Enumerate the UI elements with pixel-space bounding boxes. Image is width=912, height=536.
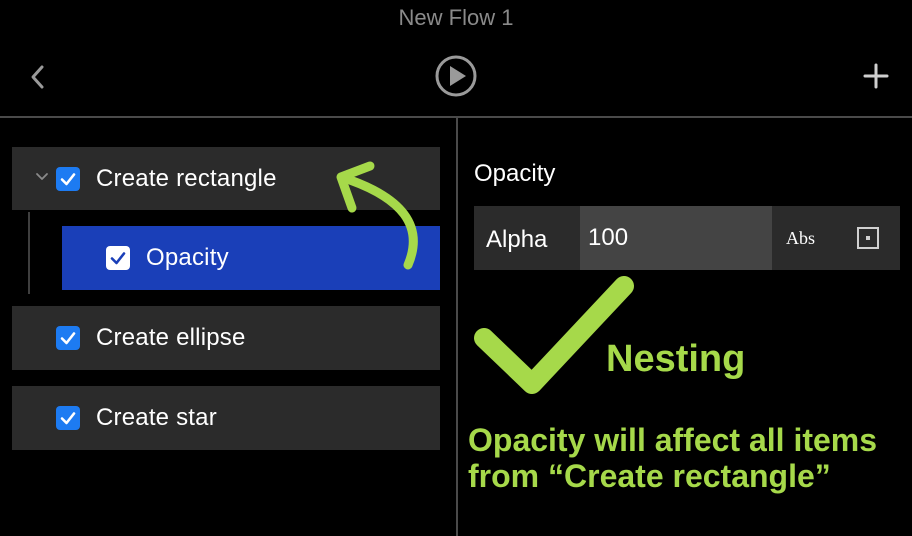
play-circle-icon xyxy=(435,55,477,97)
chevron-left-icon xyxy=(31,65,44,89)
action-row-create-star[interactable]: Create star xyxy=(12,386,440,450)
alpha-label: Alpha xyxy=(486,226,548,253)
checkmark-icon xyxy=(60,412,76,425)
checkmark-icon xyxy=(110,252,126,265)
action-label: Create ellipse xyxy=(96,324,246,351)
panel-divider xyxy=(456,118,458,536)
action-row-create-ellipse[interactable]: Create ellipse xyxy=(12,306,440,370)
action-checkbox[interactable] xyxy=(56,326,80,350)
annotation-line-2: from “Create rectangle” xyxy=(468,458,831,494)
action-checkbox[interactable] xyxy=(56,166,80,191)
action-row-opacity[interactable]: Opacity xyxy=(62,226,440,290)
inspector-section-title: Opacity xyxy=(474,160,556,187)
action-row-create-rectangle[interactable]: Create rectangle xyxy=(12,147,440,210)
keyframe-toggle[interactable] xyxy=(856,226,880,250)
action-label: Create rectangle xyxy=(96,164,277,192)
chevron-down-icon[interactable] xyxy=(34,169,50,185)
checkmark-icon xyxy=(60,172,76,185)
annotation-heading: Nesting xyxy=(606,338,746,380)
checkmark-annotation xyxy=(474,276,634,394)
action-checkbox[interactable] xyxy=(106,246,130,270)
nesting-guide-line xyxy=(28,212,30,294)
action-label: Opacity xyxy=(146,244,229,271)
action-label: Create star xyxy=(96,404,217,431)
window-title: New Flow 1 xyxy=(398,5,514,30)
add-action-button[interactable] xyxy=(860,60,892,92)
alpha-property-row: Alpha Abs xyxy=(474,206,900,270)
square-dot-icon xyxy=(857,227,879,249)
annotation-description: Opacity will affect all items from “Crea… xyxy=(468,422,877,494)
action-checkbox[interactable] xyxy=(56,406,80,430)
annotation-line-1: Opacity will affect all items xyxy=(468,422,878,458)
checkmark-icon xyxy=(60,332,76,345)
alpha-value-input[interactable] xyxy=(580,206,772,270)
play-button[interactable] xyxy=(434,54,478,98)
abs-mode-button[interactable]: Abs xyxy=(786,228,815,249)
back-button[interactable] xyxy=(24,60,52,94)
plus-icon xyxy=(863,63,889,89)
